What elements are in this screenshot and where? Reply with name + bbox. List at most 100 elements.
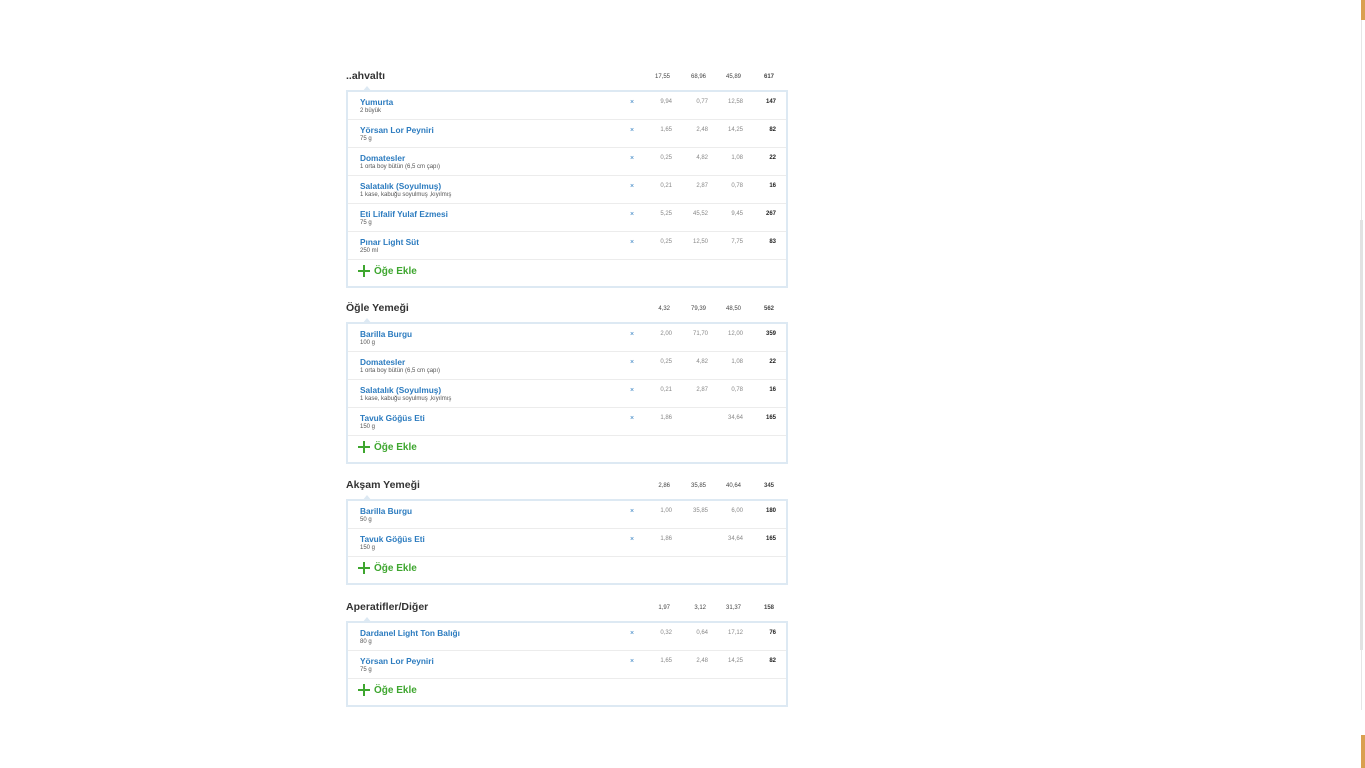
food-row: Tavuk Göğüs Eti 150 g × 1,86 34,64 165 xyxy=(348,529,786,557)
food-calories: 83 xyxy=(769,239,776,245)
add-item-button[interactable]: Öğe Ekle xyxy=(358,684,417,696)
food-nutrient-value: 71,70 xyxy=(692,331,708,337)
meal-header: Öğle Yemeği 4,32 79,39 48,50 562 xyxy=(346,302,788,320)
meal-header: Akşam Yemeği 2,86 35,85 40,64 345 xyxy=(346,479,788,497)
meal-item-list: Barilla Burgu 100 g × 2,00 71,70 12,00 359 Doma… xyxy=(346,318,788,464)
add-item-button[interactable]: Öğe Ekle xyxy=(358,562,417,574)
meal-total-calories: 617 xyxy=(763,74,774,80)
meal-section: Aperatifler/Diğer 1,97 3,12 31,37 158 Dardane… xyxy=(346,601,788,707)
food-nutrient-value: 0,25 xyxy=(660,155,672,161)
food-amount: 75 g xyxy=(360,667,372,673)
food-name-link[interactable]: Yörsan Lor Peyniri xyxy=(360,125,434,135)
food-calories: 165 xyxy=(765,536,776,542)
food-nutrient-value: 0,25 xyxy=(660,239,672,245)
food-name-link[interactable]: Salatalık (Soyulmuş) xyxy=(360,385,441,395)
food-row: Barilla Burgu 100 g × 2,00 71,70 12,00 359 xyxy=(348,324,786,352)
food-calories: 82 xyxy=(769,127,776,133)
plus-icon xyxy=(358,441,370,453)
food-amount: 2 büyük xyxy=(360,108,382,114)
meal-title: Aperatifler/Diğer xyxy=(346,601,429,613)
add-item-row: Öğe Ekle xyxy=(348,679,786,705)
food-row: Domatesler 1 orta boy bütün (6,5 cm çapı)… xyxy=(348,352,786,380)
food-nutrient-value: 2,87 xyxy=(696,183,708,189)
food-name-link[interactable]: Salatalık (Soyulmuş) xyxy=(360,181,441,191)
food-nutrient-value: 12,50 xyxy=(692,239,708,245)
food-row: Dardanel Light Ton Balığı 80 g × 0,32 0,64 17… xyxy=(348,623,786,651)
meal-total-value: 4,32 xyxy=(658,306,670,312)
food-row: Yörsan Lor Peyniri 75 g × 1,65 2,48 14,25 82 xyxy=(348,651,786,679)
food-name-link[interactable]: Domatesler xyxy=(360,357,405,367)
food-calories: 22 xyxy=(769,359,776,365)
meal-title: ..ahvaltı xyxy=(346,70,386,82)
food-amount: 75 g xyxy=(360,136,372,142)
food-nutrient-value: 9,94 xyxy=(660,99,672,105)
meal-item-list: Yumurta 2 büyük × 9,94 0,77 12,58 147 Yörsan Lo… xyxy=(346,86,788,288)
food-name-link[interactable]: Yörsan Lor Peyniri xyxy=(360,656,434,666)
meal-title: Akşam Yemeği xyxy=(346,479,420,491)
meal-total-value: 2,86 xyxy=(658,483,670,489)
food-name-link[interactable]: Eti Lifalif Yulaf Ezmesi xyxy=(360,209,448,219)
meal-total-value: 1,97 xyxy=(658,605,670,611)
food-name-link[interactable]: Barilla Burgu xyxy=(360,506,412,516)
meal-total-value: 17,55 xyxy=(654,74,670,80)
food-amount: 75 g xyxy=(360,220,372,226)
food-name-link[interactable]: Dardanel Light Ton Balığı xyxy=(360,628,460,638)
add-item-label: Öğe Ekle xyxy=(374,265,417,277)
food-row: Yörsan Lor Peyniri 75 g × 1,65 2,48 14,25 82 xyxy=(348,120,786,148)
food-nutrient-value: 0,32 xyxy=(660,630,672,636)
meal-total-value: 3,12 xyxy=(694,605,706,611)
meal-header: Aperatifler/Diğer 1,97 3,12 31,37 158 xyxy=(346,601,788,619)
food-name-link[interactable]: Barilla Burgu xyxy=(360,329,412,339)
food-calories: 267 xyxy=(765,211,776,217)
food-name-link[interactable]: Tavuk Göğüs Eti xyxy=(360,413,425,423)
meal-item-list: Dardanel Light Ton Balığı 80 g × 0,32 0,64 17… xyxy=(346,617,788,707)
food-calories: 76 xyxy=(769,630,776,636)
plus-icon xyxy=(358,562,370,574)
food-row: Barilla Burgu 50 g × 1,00 35,85 6,00 180 xyxy=(348,501,786,529)
food-name-link[interactable]: Pınar Light Süt xyxy=(360,237,419,247)
food-name-link[interactable]: Tavuk Göğüs Eti xyxy=(360,534,425,544)
meal-title: Öğle Yemeği xyxy=(346,302,409,314)
food-nutrient-value: 2,48 xyxy=(696,127,708,133)
food-row: Domatesler 1 orta boy bütün (6,5 cm çapı)… xyxy=(348,148,786,176)
add-item-button[interactable]: Öğe Ekle xyxy=(358,265,417,277)
add-item-row: Öğe Ekle xyxy=(348,260,786,286)
food-row: Salatalık (Soyulmuş) 1 kase, kabuğu soyul… xyxy=(348,380,786,408)
meal-total-value: 68,96 xyxy=(690,74,706,80)
add-item-button[interactable]: Öğe Ekle xyxy=(358,441,417,453)
food-row: Yumurta 2 büyük × 9,94 0,77 12,58 147 xyxy=(348,92,786,120)
food-calories: 165 xyxy=(765,415,776,421)
add-item-row: Öğe Ekle xyxy=(348,557,786,583)
food-nutrient-value: 5,25 xyxy=(660,211,672,217)
meal-total-value: 35,85 xyxy=(690,483,706,489)
plus-icon xyxy=(358,265,370,277)
food-nutrient-value: 4,82 xyxy=(696,155,708,161)
food-calories: 180 xyxy=(765,508,776,514)
food-amount: 1 kase, kabuğu soyulmuş ,kıyılmış xyxy=(360,396,452,402)
food-amount: 1 orta boy bütün (6,5 cm çapı) xyxy=(360,368,441,374)
food-calories: 16 xyxy=(769,387,776,393)
meal-header: ..ahvaltı 17,55 68,96 45,89 617 xyxy=(346,70,788,88)
food-nutrient-value: 1,65 xyxy=(660,127,672,133)
add-item-label: Öğe Ekle xyxy=(374,441,417,453)
meal-total-calories: 158 xyxy=(763,605,774,611)
meal-total-calories: 562 xyxy=(763,306,774,312)
food-amount: 150 g xyxy=(360,424,376,430)
window-edge-accent-bottom xyxy=(1361,735,1365,768)
food-name-link[interactable]: Domatesler xyxy=(360,153,405,163)
food-nutrient-value: 0,64 xyxy=(696,630,708,636)
food-nutrient-value: 1,86 xyxy=(660,536,672,542)
scrollbar-thumb[interactable] xyxy=(1360,220,1363,650)
window-edge-accent xyxy=(1361,0,1365,20)
food-nutrient-value: 35,85 xyxy=(692,508,708,514)
food-nutrient-value: 2,87 xyxy=(696,387,708,393)
food-nutrient-value: 45,52 xyxy=(692,211,708,217)
meal-item-list: Barilla Burgu 50 g × 1,00 35,85 6,00 180 Tavuk … xyxy=(346,495,788,585)
food-name-link[interactable]: Yumurta xyxy=(360,97,393,107)
food-amount: 80 g xyxy=(360,639,372,645)
food-amount: 50 g xyxy=(360,517,372,523)
plus-icon xyxy=(358,684,370,696)
food-nutrient-value: 0,21 xyxy=(660,183,672,189)
food-nutrient-value: 2,00 xyxy=(660,331,672,337)
meal-total-calories: 345 xyxy=(763,483,774,489)
